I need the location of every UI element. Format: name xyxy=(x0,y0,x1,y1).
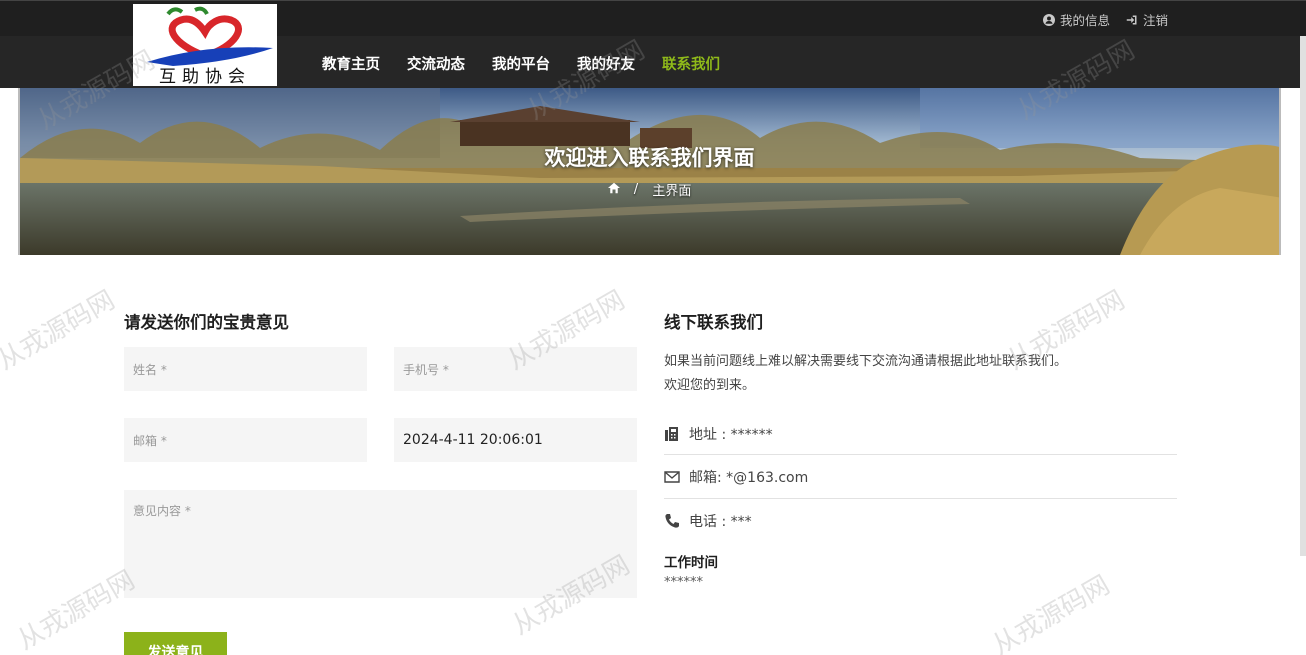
nav-item-education-home[interactable]: 教育主页 xyxy=(322,53,380,74)
phone-input[interactable]: 手机号 * xyxy=(394,347,637,391)
contact-description: 如果当前问题线上难以解决需要线下交流沟通请根据此地址联系我们。 欢迎您的到来。 xyxy=(664,350,1067,398)
contact-desc-line1: 如果当前问题线上难以解决需要线下交流沟通请根据此地址联系我们。 xyxy=(664,354,1068,369)
sign-in-icon xyxy=(1126,15,1137,24)
address-row: 地址 : ****** xyxy=(664,424,1177,444)
phone-row: 电话 : *** xyxy=(664,511,1177,531)
divider xyxy=(664,498,1177,499)
site-logo[interactable]: 互助协会 xyxy=(133,4,277,86)
datetime-input[interactable]: 2024-4-11 20:06:01 xyxy=(394,418,637,462)
nav-item-my-platform[interactable]: 我的平台 xyxy=(492,53,550,74)
page-banner: 欢迎进入联系我们界面 / 主界面 xyxy=(18,88,1281,255)
divider xyxy=(664,454,1177,455)
heart-logo-icon: 互助协会 xyxy=(147,6,273,86)
breadcrumb: / 主界面 xyxy=(20,180,1279,199)
phone-text: 电话 : *** xyxy=(689,514,752,530)
banner-title: 欢迎进入联系我们界面 xyxy=(544,146,755,170)
email-text: 邮箱: *@163.com xyxy=(689,470,809,486)
message-textarea[interactable]: 意见内容 * xyxy=(124,490,637,598)
send-feedback-button[interactable]: 发送意见 xyxy=(124,632,227,655)
breadcrumb-current: 主界面 xyxy=(652,184,692,199)
address-text: 地址 : ****** xyxy=(689,427,773,443)
feedback-form-title: 请发送你们的宝贵意见 xyxy=(124,313,289,332)
breadcrumb-separator: / xyxy=(633,182,639,197)
nav-item-exchange-news[interactable]: 交流动态 xyxy=(407,53,465,74)
work-hours-title: 工作时间 xyxy=(664,555,718,571)
phone-icon xyxy=(665,514,679,528)
page-scrollbar[interactable] xyxy=(1300,36,1306,556)
watermark: 从戎源码网 xyxy=(0,285,121,377)
top-links: 我的信息 注销 xyxy=(1042,10,1168,29)
envelope-icon xyxy=(664,471,680,483)
home-icon[interactable] xyxy=(607,182,620,197)
name-input[interactable]: 姓名 * xyxy=(124,347,367,391)
nav-item-contact-us[interactable]: 联系我们 xyxy=(662,53,720,74)
offline-contact-title: 线下联系我们 xyxy=(664,313,763,332)
watermark: 从戎源码网 xyxy=(987,570,1116,655)
user-circle-icon xyxy=(1042,13,1055,26)
my-info-label: 我的信息 xyxy=(1059,13,1110,28)
nav-item-my-friends[interactable]: 我的好友 xyxy=(577,53,635,74)
watermark: 从戎源码网 xyxy=(12,565,141,655)
contact-desc-line2: 欢迎您的到来。 xyxy=(664,378,756,393)
logout-label: 注销 xyxy=(1142,13,1168,28)
email-row: 邮箱: *@163.com xyxy=(664,467,1177,487)
logout-link[interactable]: 注销 xyxy=(1126,10,1168,29)
email-input[interactable]: 邮箱 * xyxy=(124,418,367,462)
fax-icon xyxy=(665,427,678,441)
work-hours-value: ****** xyxy=(664,575,703,590)
logo-text: 互助协会 xyxy=(159,67,251,86)
nav-list: 教育主页 交流动态 我的平台 我的好友 联系我们 xyxy=(322,53,720,74)
my-info-link[interactable]: 我的信息 xyxy=(1042,10,1110,29)
